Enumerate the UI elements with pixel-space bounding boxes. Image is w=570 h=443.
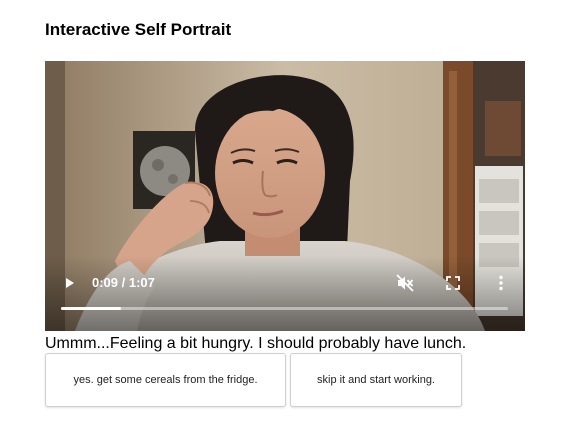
more-options-button[interactable] — [489, 271, 513, 295]
play-button[interactable] — [61, 271, 79, 295]
page: Interactive Self Portrait 0:09 / 1:07 Um… — [0, 0, 570, 443]
mute-button[interactable] — [393, 271, 417, 295]
muted-speaker-icon — [396, 274, 414, 292]
progress-bar[interactable] — [61, 307, 508, 310]
caption-text: Ummm...Feeling a bit hungry. I should pr… — [45, 335, 467, 352]
fullscreen-button[interactable] — [441, 271, 465, 295]
choice-button-cereals[interactable]: yes. get some cereals from the fridge. — [45, 353, 286, 407]
time-display: 0:09 / 1:07 — [92, 275, 155, 290]
choice-button-skip[interactable]: skip it and start working. — [290, 353, 462, 407]
video-player[interactable]: 0:09 / 1:07 — [45, 61, 525, 331]
page-title: Interactive Self Portrait — [45, 20, 232, 39]
progress-bar-fill — [61, 307, 121, 310]
more-vertical-icon — [499, 275, 503, 291]
fullscreen-icon — [446, 276, 460, 290]
play-icon — [66, 278, 74, 288]
